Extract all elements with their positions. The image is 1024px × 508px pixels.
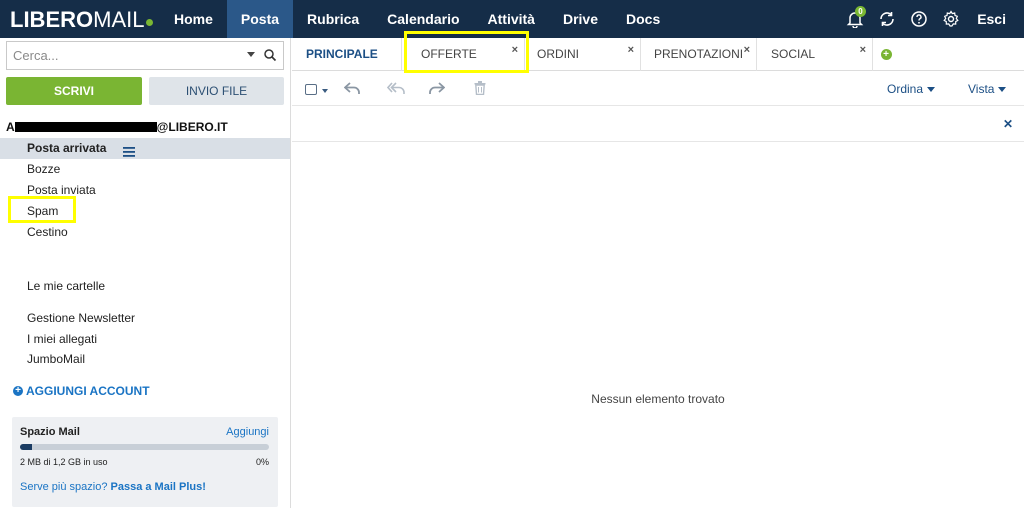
nav-home[interactable]: Home (160, 0, 227, 38)
attachments-link[interactable]: I miei allegati (27, 329, 135, 350)
search-box (6, 41, 284, 70)
promo-link[interactable]: Passa a Mail Plus! (111, 481, 206, 493)
folder-list: Posta arrivata Bozze Posta inviata Spam … (0, 138, 290, 243)
reply-icon[interactable] (343, 81, 360, 100)
account-email[interactable]: A @LIBERO.IT (6, 120, 228, 134)
caret-down-icon (998, 87, 1007, 92)
jumbomail-link[interactable]: JumboMail (27, 349, 135, 370)
send-file-button[interactable]: INVIO FILE (149, 77, 284, 105)
tab-label: PRENOTAZIONI (654, 47, 744, 61)
storage-progress-fill (20, 444, 33, 450)
tab-prenotazioni[interactable]: PRENOTAZIONI × (641, 38, 757, 71)
filter-bar: ✕ (292, 107, 1024, 142)
tab-label: PRINCIPALE (306, 47, 378, 61)
storage-title: Spazio Mail (20, 426, 80, 438)
sidebar: SCRIVI INVIO FILE A @LIBERO.IT Posta arri… (0, 38, 291, 508)
gear-icon (943, 10, 959, 27)
logo-sub-text: MAIL (93, 7, 145, 32)
my-folders-label[interactable]: Le mie cartelle (27, 279, 105, 293)
search-input[interactable] (7, 42, 235, 69)
tab-label: ORDINI (537, 47, 579, 61)
notification-count-badge: 0 (855, 6, 866, 17)
nav-docs[interactable]: Docs (612, 0, 674, 38)
storage-add-link[interactable]: Aggiungi (226, 426, 269, 438)
top-icons: 0 Esci (839, 0, 1024, 38)
help-button[interactable] (903, 0, 935, 38)
sort-dropdown[interactable]: Ordina (887, 82, 936, 96)
nav-rubrica[interactable]: Rubrica (293, 0, 373, 38)
folder-label: Posta arrivata (27, 141, 107, 155)
logo-main-text: LIBERO (10, 7, 94, 32)
tab-principale[interactable]: PRINCIPALE (292, 38, 402, 71)
search-filter-dropdown-icon[interactable] (247, 52, 255, 57)
redacted-block (14, 122, 157, 132)
search-icon[interactable] (263, 48, 277, 67)
storage-progress-bar (20, 444, 269, 450)
libero-mail-logo[interactable]: LIBEROMAIL (10, 7, 154, 33)
sort-label: Ordina (887, 82, 924, 96)
storage-panel: Spazio Mail Aggiungi 2 MB di 1,2 GB in u… (12, 417, 278, 507)
mail-toolbar: Ordina Vista (292, 72, 1024, 106)
add-account-label: AGGIUNGI ACCOUNT (26, 384, 150, 398)
empty-message: Nessun elemento trovato (591, 392, 725, 406)
select-all-checkbox[interactable] (305, 84, 317, 95)
account-prefix: A (6, 120, 15, 134)
nav-posta[interactable]: Posta (226, 0, 294, 38)
close-icon[interactable]: × (744, 34, 750, 66)
view-label: Vista (968, 82, 995, 96)
logout-button[interactable]: Esci (967, 0, 1024, 38)
settings-button[interactable] (935, 0, 967, 38)
reply-all-icon[interactable] (386, 81, 405, 100)
close-icon[interactable]: × (860, 34, 866, 66)
compose-button[interactable]: SCRIVI (6, 77, 142, 105)
refresh-icon (880, 12, 894, 26)
refresh-button[interactable] (871, 0, 903, 38)
promo-text: Serve più spazio? (20, 481, 108, 493)
view-dropdown[interactable]: Vista (968, 82, 1007, 96)
tab-ordini[interactable]: ORDINI × (525, 38, 641, 71)
notifications-button[interactable]: 0 (839, 0, 871, 38)
plus-circle-icon: + (880, 49, 892, 60)
nav-drive[interactable]: Drive (549, 0, 612, 38)
newsletter-link[interactable]: Gestione Newsletter (27, 308, 135, 329)
add-tab-button[interactable]: + (873, 38, 899, 71)
select-dropdown-icon[interactable] (322, 89, 328, 93)
folder-drafts[interactable]: Bozze (0, 159, 290, 180)
caret-down-icon (927, 87, 936, 92)
storage-percent: 0% (255, 457, 269, 467)
close-icon[interactable]: × (628, 34, 634, 66)
forward-icon[interactable] (429, 81, 446, 100)
folder-inbox[interactable]: Posta arrivata (0, 138, 290, 159)
account-suffix: @LIBERO.IT (156, 120, 228, 134)
trash-icon[interactable] (474, 81, 486, 100)
close-icon[interactable]: ✕ (1003, 117, 1013, 131)
logo-dot-icon (146, 19, 154, 26)
add-account-button[interactable]: + AGGIUNGI ACCOUNT (13, 384, 150, 398)
spam-highlight-box (8, 196, 76, 223)
help-icon (911, 11, 927, 27)
offerte-highlight-box (404, 31, 529, 73)
extra-links: Gestione Newsletter I miei allegati Jumb… (27, 308, 135, 370)
tab-social[interactable]: SOCIAL × (757, 38, 873, 71)
storage-usage-text: 2 MB di 1,2 GB in uso (20, 457, 108, 467)
upgrade-promo[interactable]: Serve più spazio? Passa a Mail Plus! (20, 481, 206, 493)
category-tabs: PRINCIPALE OFFERTE × ORDINI × PRENOTAZIONI… (292, 38, 1024, 71)
folder-trash[interactable]: Cestino (0, 222, 290, 243)
plus-circle-icon: + (13, 386, 23, 396)
tab-label: SOCIAL (771, 47, 816, 61)
